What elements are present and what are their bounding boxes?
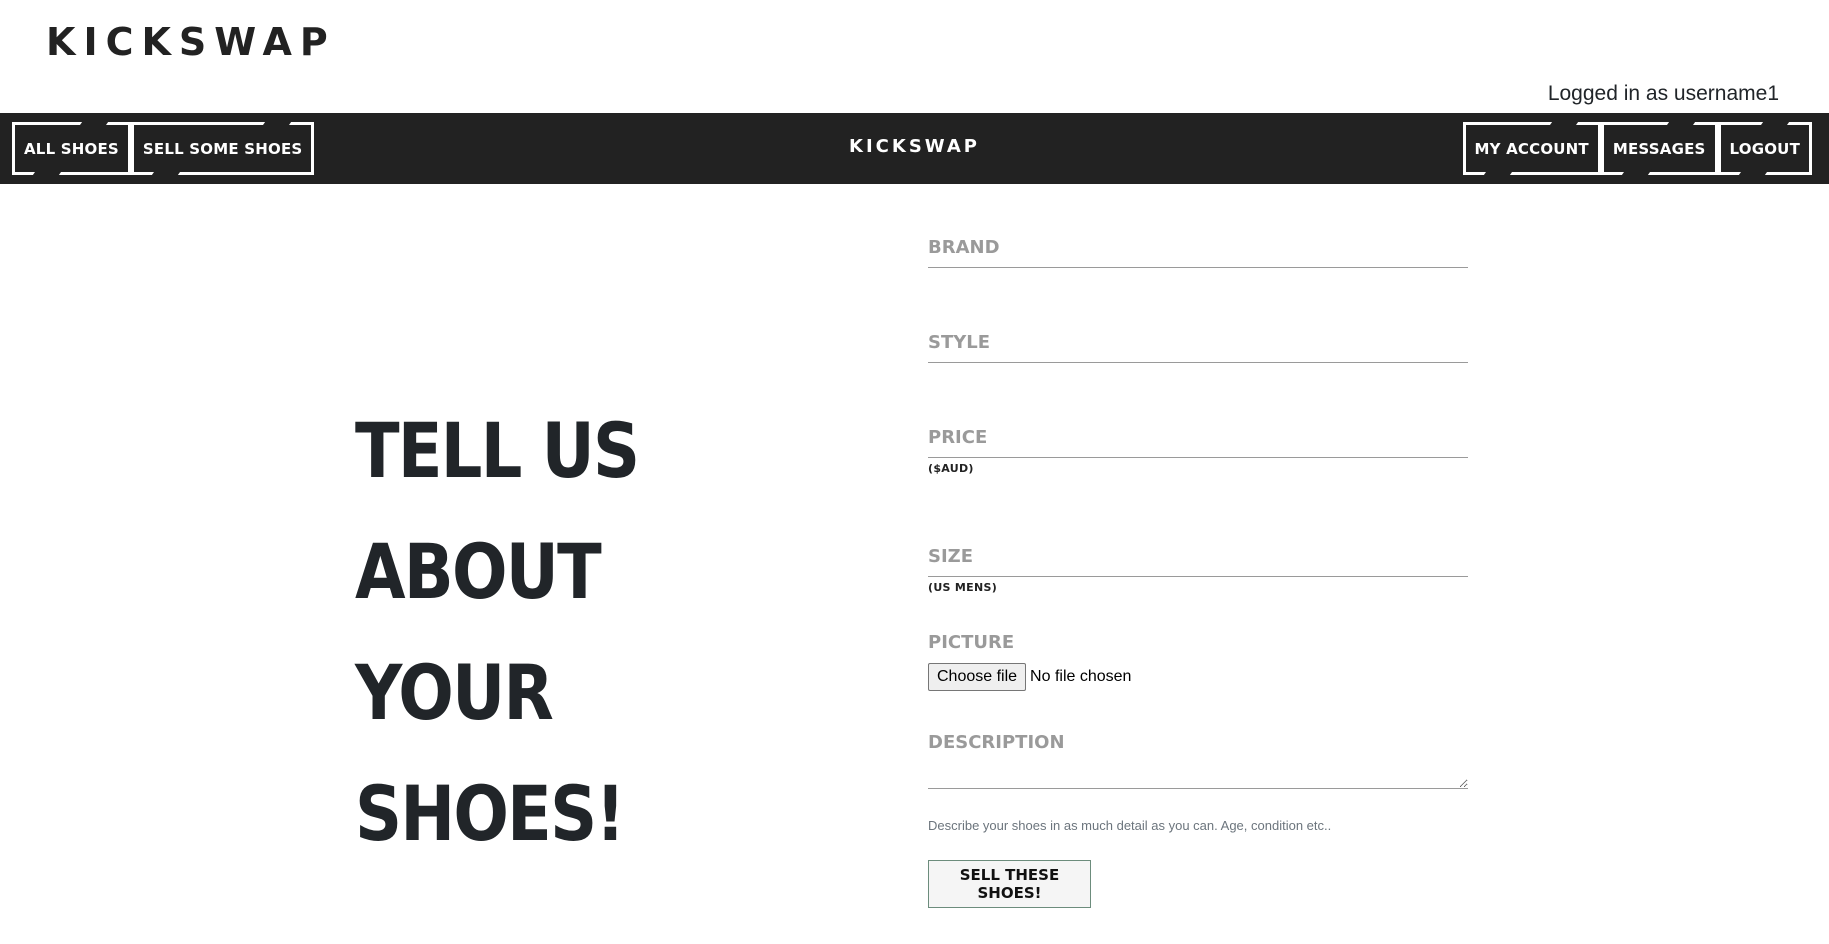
style-input[interactable] <box>928 323 1468 363</box>
description-label: Description <box>928 732 1065 753</box>
size-field-group: (US MENS) <box>928 537 1468 594</box>
main-navbar: ALL SHOES SELL SOME SHOES KICKSWAP MY AC… <box>0 113 1829 184</box>
brand-input[interactable] <box>928 228 1468 268</box>
site-logo[interactable]: KICKSWAP <box>46 16 336 68</box>
price-input[interactable] <box>928 418 1468 458</box>
login-status: Logged in as username1 <box>1547 82 1779 105</box>
price-field-group: ($AUD) <box>928 418 1468 475</box>
nav-logout-button[interactable]: LOGOUT <box>1717 122 1812 175</box>
brand-field-group <box>928 228 1468 268</box>
size-input[interactable] <box>928 537 1468 577</box>
choose-file-button[interactable]: Choose file <box>928 663 1027 691</box>
hero-line-3: SHOES! <box>355 769 625 858</box>
hero-heading: TELL US ABOUT YOUR SHOES! <box>355 390 751 874</box>
description-help-text: Describe your shoes in as much detail as… <box>928 818 1332 833</box>
description-field-group: Description <box>928 732 1468 789</box>
hero-line-2: ABOUT YOUR <box>355 527 602 737</box>
file-status-text: No file chosen <box>1030 668 1132 685</box>
nav-right-group: MY ACCOUNT MESSAGES LOGOUT <box>1462 122 1812 175</box>
picture-field-group: Picture Choose file No file chosen <box>928 632 1468 691</box>
picture-label: Picture <box>928 632 1015 653</box>
price-currency-hint: ($AUD) <box>928 462 974 475</box>
nav-messages-button[interactable]: MESSAGES <box>1600 122 1718 175</box>
file-picker: Choose file No file chosen <box>928 663 1468 691</box>
size-unit-hint: (US MENS) <box>928 581 998 594</box>
sell-these-shoes-button[interactable]: SELL THESE SHOES! <box>928 860 1091 908</box>
hero-line-1: TELL US <box>355 406 640 495</box>
nav-my-account-button[interactable]: MY ACCOUNT <box>1462 122 1601 175</box>
description-textarea[interactable] <box>928 759 1468 789</box>
style-field-group <box>928 323 1468 363</box>
